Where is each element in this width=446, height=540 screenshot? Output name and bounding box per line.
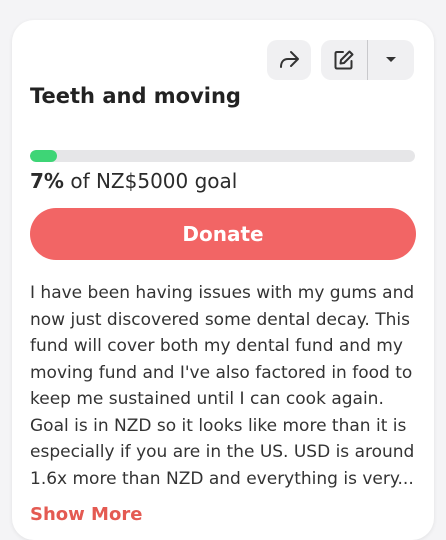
donate-button[interactable]: Donate	[30, 208, 416, 260]
goal-text: 7% of NZ$5000 goal	[30, 169, 237, 193]
share-button[interactable]	[267, 40, 311, 80]
campaign-card: Teeth and moving 7% of NZ$5000 goal Dona…	[12, 20, 434, 540]
progress-bar	[30, 150, 415, 162]
edit-split-button	[321, 40, 414, 80]
share-arrow-icon	[280, 51, 299, 68]
goal-amount: of NZ$5000 goal	[63, 169, 238, 193]
progress-fill	[30, 150, 57, 162]
card-toolbar	[267, 40, 414, 80]
show-more-link[interactable]: Show More	[30, 504, 142, 525]
percent-raised: 7%	[30, 169, 64, 193]
caret-down-icon	[386, 57, 396, 62]
campaign-description: I have been having issues with my gums a…	[30, 283, 415, 489]
more-options-dropdown[interactable]	[368, 40, 414, 80]
edit-button[interactable]	[321, 40, 367, 80]
edit-pencil-icon	[334, 50, 354, 70]
campaign-title: Teeth and moving	[30, 84, 241, 108]
